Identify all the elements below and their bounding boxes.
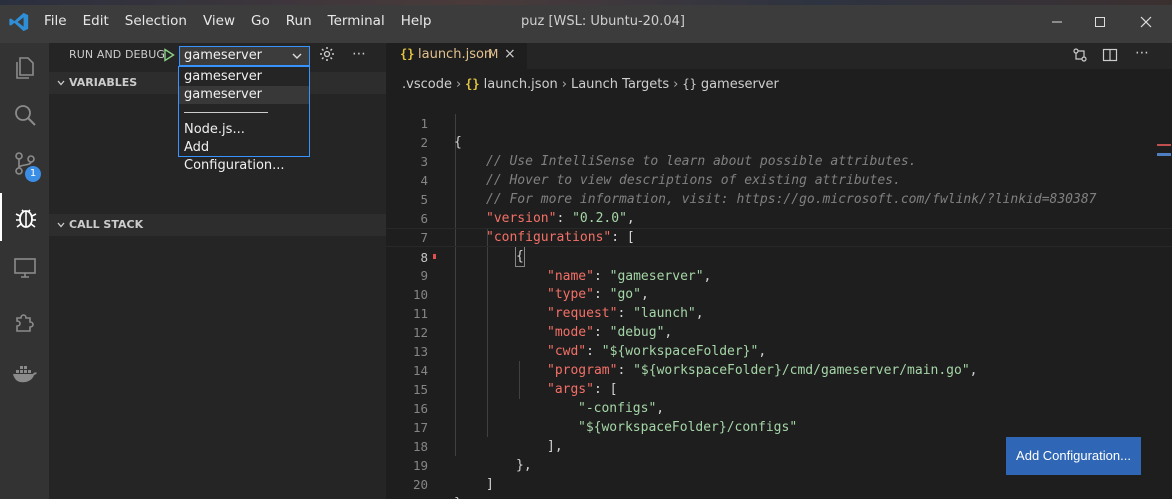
chevron-right-icon: › xyxy=(561,76,567,92)
minimize-button[interactable] xyxy=(1034,0,1080,43)
breadcrumb-file[interactable]: launch.json xyxy=(484,77,558,92)
debug-config-selected: gameserver xyxy=(184,48,263,63)
debug-config-dropdown: gameserver gameserver Node.js... Add Con… xyxy=(178,66,310,173)
editor-tabs: {} launch.json M × ⋯ xyxy=(386,43,1172,69)
code-token: ] xyxy=(486,477,494,492)
activity-remote-explorer[interactable] xyxy=(0,244,49,292)
start-debugging-icon[interactable] xyxy=(163,48,175,62)
dropdown-separator xyxy=(184,112,268,113)
activity-explorer[interactable] xyxy=(0,43,49,91)
activity-run-debug[interactable] xyxy=(0,193,49,241)
breadcrumb-gameserver[interactable]: gameserver xyxy=(701,77,779,92)
vscode-logo-icon xyxy=(9,12,29,32)
line-number: 20 xyxy=(412,477,428,492)
window-title: puz [WSL: Ubuntu-20.04] xyxy=(521,14,685,29)
json-file-icon: {} xyxy=(465,77,480,91)
code-line: 1 { xyxy=(386,95,1172,150)
object-icon: {} xyxy=(682,77,697,91)
chevron-right-icon: › xyxy=(673,76,679,92)
dropdown-option-gameserver-2[interactable]: gameserver xyxy=(179,86,309,104)
run-debug-title: RUN AND DEBUG xyxy=(69,48,165,61)
gear-icon[interactable] xyxy=(319,46,335,62)
code-line: 6 "configurations": [ xyxy=(386,190,1172,245)
docker-icon xyxy=(12,366,37,383)
code-line: 12 "cwd": "${workspaceFolder}", xyxy=(386,304,1172,359)
json-file-icon: {} xyxy=(400,47,415,61)
debug-config-select[interactable]: gameserver xyxy=(179,46,310,66)
activity-extensions[interactable] xyxy=(0,297,49,345)
editor-area: {} launch.json M × ⋯ .vscode › {} launch… xyxy=(386,43,1172,499)
overview-ruler-marker xyxy=(1157,153,1171,156)
code-line: 3 // Hover to view descriptions of exist… xyxy=(386,133,1172,188)
open-changes-icon[interactable] xyxy=(1072,47,1088,63)
variables-label: VARIABLES xyxy=(69,76,138,89)
menu-help[interactable]: Help xyxy=(393,0,440,43)
menu-run[interactable]: Run xyxy=(278,0,320,43)
tab-modified-indicator: M xyxy=(488,47,499,61)
run-debug-icon xyxy=(15,209,36,228)
callstack-label: CALL STACK xyxy=(69,218,144,231)
dropdown-option-add-configuration[interactable]: Add Configuration... xyxy=(179,139,309,173)
code-line: 18 }, xyxy=(386,418,1172,473)
tab-label: launch.json xyxy=(418,47,493,62)
menu-selection[interactable]: Selection xyxy=(117,0,195,43)
close-window-button[interactable] xyxy=(1123,0,1169,43)
search-icon xyxy=(14,105,36,126)
close-icon xyxy=(1140,16,1152,27)
close-tab-icon[interactable]: × xyxy=(504,46,516,62)
breadcrumb-launch-targets[interactable]: Launch Targets xyxy=(571,77,669,92)
minimize-icon xyxy=(1052,21,1062,22)
remote-explorer-icon xyxy=(13,258,36,278)
menu-go[interactable]: Go xyxy=(243,0,278,43)
activity-docker[interactable] xyxy=(0,350,49,398)
chevron-down-icon xyxy=(292,53,302,59)
chevron-down-icon xyxy=(57,222,65,228)
code-line: 17 ], xyxy=(386,399,1172,454)
explorer-icon xyxy=(15,57,34,79)
source-control-badge: 1 xyxy=(25,166,41,182)
code-text: ] xyxy=(486,475,494,494)
breadcrumb-folder[interactable]: .vscode xyxy=(402,77,452,92)
code-line: 7 { xyxy=(386,209,1172,267)
maximize-icon xyxy=(1095,16,1105,27)
breadcrumb: .vscode › {} launch.json › Launch Target… xyxy=(386,73,779,95)
code-line: 15 "-configs", xyxy=(386,361,1172,416)
code-line: 14 "args": [ xyxy=(386,342,1172,397)
code-line: 4 // For more information, visit: https:… xyxy=(386,152,1172,207)
more-actions-icon[interactable]: ⋯ xyxy=(1135,45,1149,61)
code-line-current: 8 "name": "gameserver", xyxy=(386,228,1172,284)
code-line: 9 "type": "go", xyxy=(386,247,1172,302)
code-text: } xyxy=(454,494,462,499)
chevron-right-icon: › xyxy=(455,76,462,92)
menu-bar: File Edit Selection View Go Run Terminal… xyxy=(36,0,439,43)
code-line: 16 "${workspaceFolder}/configs" xyxy=(386,380,1172,435)
add-configuration-button[interactable]: Add Configuration... xyxy=(1006,437,1141,475)
activity-bar: 1 xyxy=(0,43,49,499)
maximize-button[interactable] xyxy=(1077,0,1123,43)
activity-search[interactable] xyxy=(0,91,49,139)
code-line: 11 "mode": "debug", xyxy=(386,285,1172,340)
menu-file[interactable]: File xyxy=(36,0,75,43)
dropdown-option-gameserver[interactable]: gameserver xyxy=(179,68,309,86)
code-line: 2 // Use IntelliSense to learn about pos… xyxy=(386,114,1172,169)
code-line: 10 "request": "launch", xyxy=(386,266,1172,321)
more-actions-icon[interactable]: ⋯ xyxy=(352,46,366,62)
overview-ruler-marker xyxy=(1157,144,1171,146)
code-line: 13 "program": "${workspaceFolder}/cmd/ga… xyxy=(386,323,1172,378)
code-line: 5 "version": "0.2.0", xyxy=(386,171,1172,226)
callstack-section-header[interactable]: CALL STACK xyxy=(49,214,386,236)
extensions-icon xyxy=(15,314,34,332)
title-bar: File Edit Selection View Go Run Terminal… xyxy=(0,0,1172,43)
dropdown-option-nodejs[interactable]: Node.js... xyxy=(179,121,309,139)
menu-edit[interactable]: Edit xyxy=(75,0,117,43)
split-editor-icon[interactable] xyxy=(1102,47,1118,63)
tab-launch-json[interactable]: {} launch.json M × xyxy=(386,43,527,69)
menu-view[interactable]: View xyxy=(195,0,243,43)
activity-source-control[interactable]: 1 xyxy=(0,139,49,187)
menu-terminal[interactable]: Terminal xyxy=(320,0,393,43)
chevron-down-icon xyxy=(57,80,65,86)
